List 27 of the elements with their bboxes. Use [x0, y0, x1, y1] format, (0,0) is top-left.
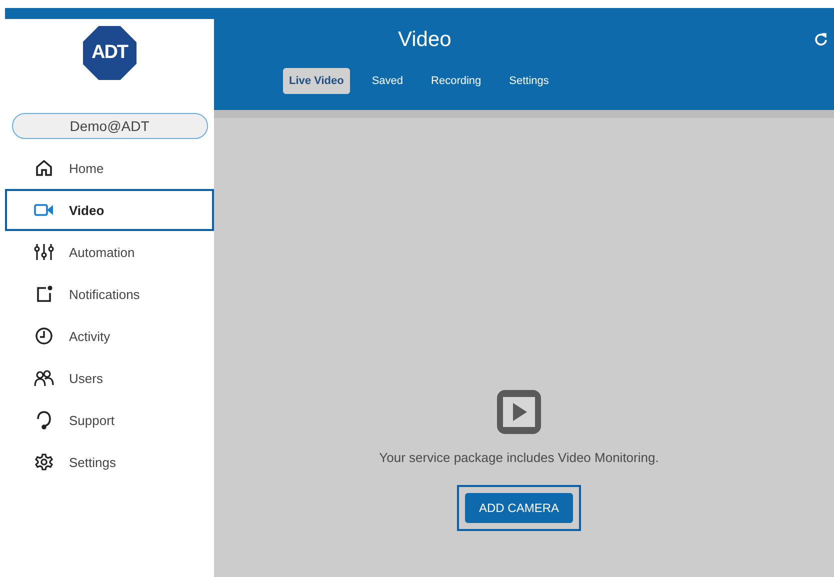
notification-icon: [35, 285, 53, 303]
home-icon: [35, 159, 53, 177]
account-button[interactable]: Demo@ADT: [12, 113, 208, 139]
nav-item[interactable]: Home: [5, 147, 214, 189]
page-title: Video: [398, 28, 452, 52]
clock-icon: [35, 327, 53, 345]
tab[interactable]: Recording: [425, 68, 488, 94]
logo: ADT: [82, 26, 136, 80]
refresh-icon[interactable]: [814, 32, 828, 47]
nav-item[interactable]: Users: [5, 357, 214, 399]
video-play-icon: [495, 388, 543, 436]
tab[interactable]: Saved: [366, 68, 410, 94]
tab[interactable]: Live Video: [283, 68, 350, 94]
nav-item[interactable]: Activity: [5, 315, 214, 357]
nav-item[interactable]: Video: [5, 189, 214, 231]
nav-item[interactable]: Settings: [5, 441, 214, 483]
nav-item[interactable]: Notifications: [5, 273, 214, 315]
headset-icon: [36, 410, 52, 430]
settings-icon: [35, 453, 53, 471]
info-message: Your service package includes Video Monitoring.: [379, 450, 659, 465]
tab[interactable]: Settings: [503, 68, 555, 94]
add-camera-button[interactable]: ADD CAMERA: [464, 493, 573, 523]
video-camera-icon: [34, 203, 54, 217]
users-icon: [34, 370, 54, 386]
nav-item[interactable]: Support: [5, 399, 214, 441]
sliders-icon: [34, 243, 54, 261]
nav-item[interactable]: Automation: [5, 231, 214, 273]
